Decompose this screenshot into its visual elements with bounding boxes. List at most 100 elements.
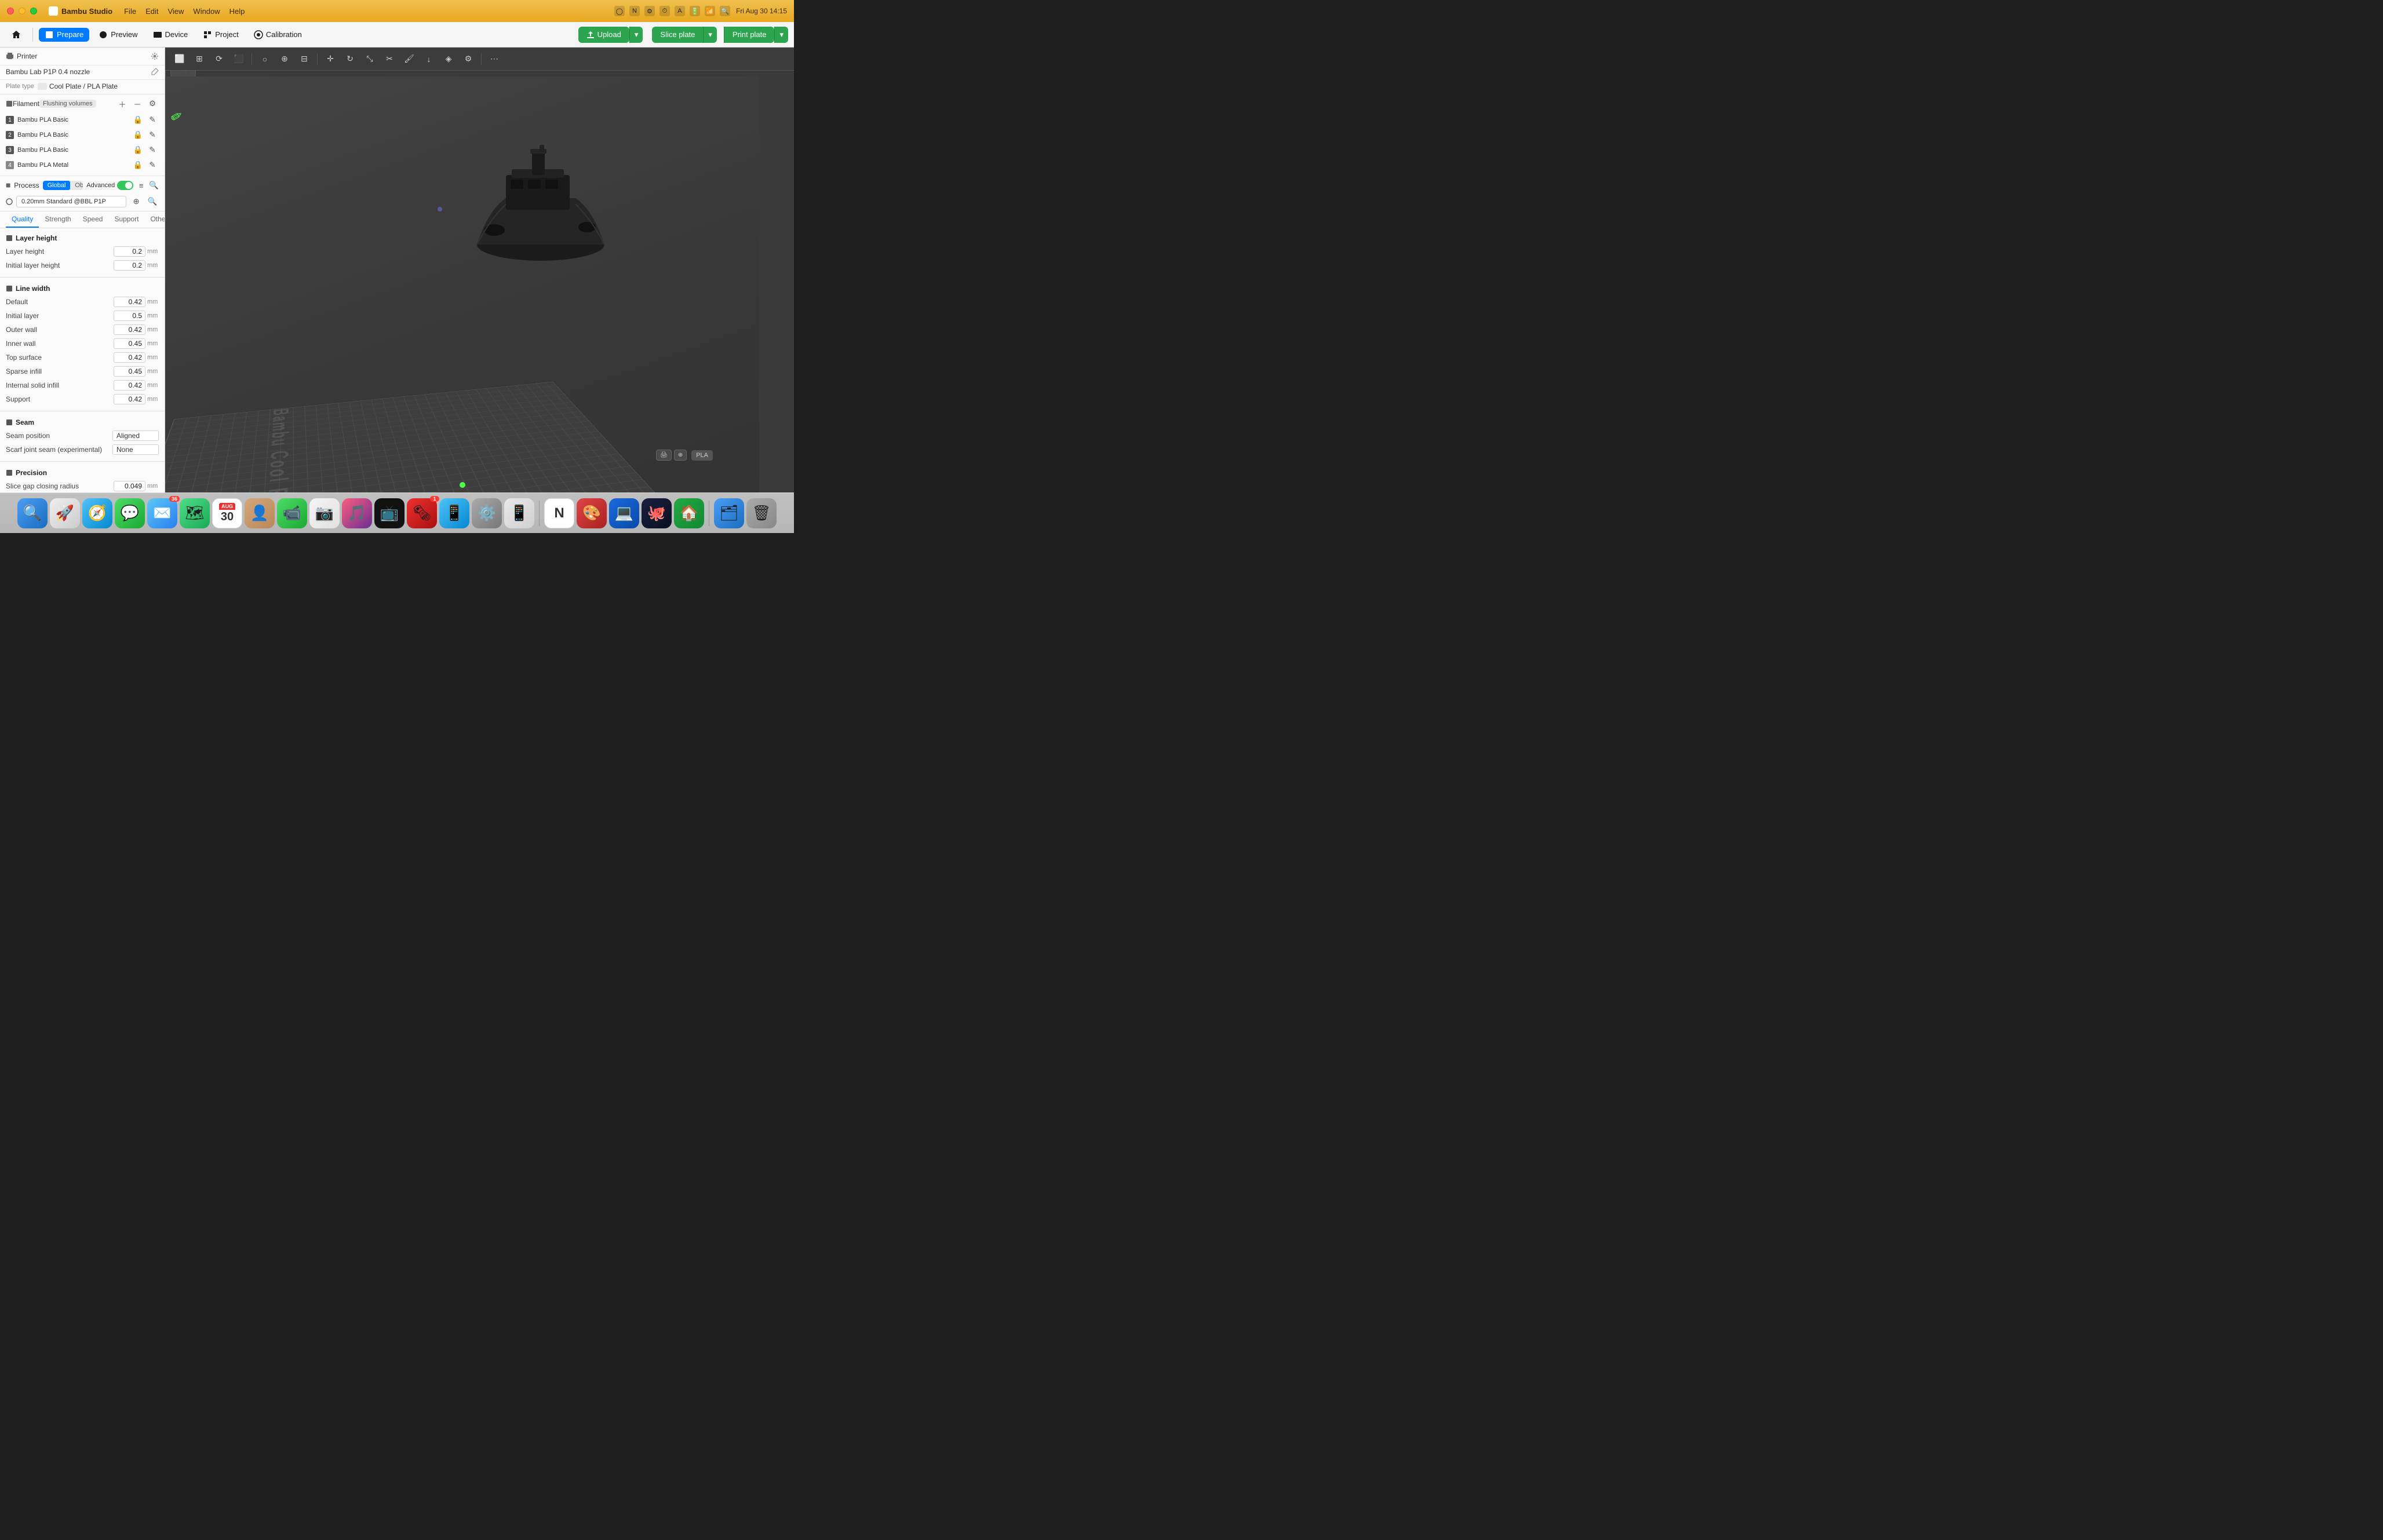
dock-contacts[interactable]: 👤: [245, 498, 275, 528]
filament-4-edit-icon[interactable]: ✎: [146, 159, 159, 171]
search-icon[interactable]: 🔍: [720, 6, 730, 16]
advanced-switch[interactable]: [117, 181, 133, 190]
vp-obj-settings-btn[interactable]: ⚙: [460, 51, 477, 67]
filament-3-lock-icon[interactable]: 🔒: [132, 144, 144, 156]
vp-support-btn[interactable]: ↓: [420, 51, 438, 67]
home-button[interactable]: [6, 28, 27, 42]
filament-spool-icon-btn[interactable]: ⊕: [674, 450, 687, 461]
vp-paint-btn[interactable]: 🖌: [400, 51, 418, 67]
dock-notion[interactable]: N: [544, 498, 574, 528]
top-surface-input[interactable]: [114, 352, 145, 363]
vp-rotate-btn[interactable]: ↻: [341, 51, 359, 67]
tab-others[interactable]: Others: [144, 211, 165, 228]
dock-gitkraken[interactable]: 🐙: [642, 498, 672, 528]
seam-header[interactable]: Seam: [6, 416, 159, 429]
vp-seam-btn[interactable]: ◈: [440, 51, 457, 67]
scarf-joint-dropdown[interactable]: None: [112, 444, 159, 455]
add-filament-button[interactable]: ＋: [116, 97, 129, 110]
dock-safari[interactable]: 🧭: [82, 498, 112, 528]
dock-tv[interactable]: 📺: [374, 498, 405, 528]
dock-calendar[interactable]: AUG 30: [212, 498, 242, 528]
tab-speed[interactable]: Speed: [77, 211, 109, 228]
upload-dropdown-button[interactable]: ▾: [629, 27, 643, 43]
vp-move-btn[interactable]: ✛: [322, 51, 339, 67]
dock-systemprefs[interactable]: ⚙️: [472, 498, 502, 528]
sparse-infill-input[interactable]: [114, 366, 145, 377]
filament-3-edit-icon[interactable]: ✎: [146, 144, 159, 156]
3d-viewport[interactable]: ⬜ ⊞ ⟳ ⬛ ○ ⊕ ⊟ ✛ ↻ ⤡ ✂ 🖌 ↓ ◈ ⚙ ⋯ ✏: [165, 48, 794, 492]
dock-bambu[interactable]: 🏠: [674, 498, 704, 528]
filament-2-lock-icon[interactable]: 🔒: [132, 129, 144, 141]
filament-4-lock-icon[interactable]: 🔒: [132, 159, 144, 171]
dock-acorn[interactable]: 🎨: [577, 498, 607, 528]
dock-mail[interactable]: ✉️ 36: [147, 498, 177, 528]
dock-music[interactable]: 🎵: [342, 498, 372, 528]
seam-position-dropdown[interactable]: Aligned: [112, 430, 159, 441]
dock-news[interactable]: 🗞 1: [407, 498, 437, 528]
menu-window[interactable]: Window: [193, 7, 220, 16]
menu-file[interactable]: File: [124, 7, 136, 16]
device-tab[interactable]: Device: [147, 28, 194, 42]
prepare-tab[interactable]: Prepare: [39, 28, 89, 42]
objects-option[interactable]: Objects: [70, 181, 83, 190]
menu-view[interactable]: View: [167, 7, 184, 16]
plate-type-value[interactable]: Cool Plate / PLA Plate: [38, 82, 118, 90]
vp-more-btn[interactable]: ⋯: [486, 51, 503, 67]
preview-tab[interactable]: Preview: [93, 28, 143, 42]
filament-minus-button[interactable]: －: [131, 97, 144, 110]
dock-facetime[interactable]: 📹: [277, 498, 307, 528]
preset-compare-button[interactable]: ⊕: [130, 195, 143, 208]
dock-vscode[interactable]: 💻: [609, 498, 639, 528]
vp-slice-view-btn[interactable]: ⬛: [230, 51, 247, 67]
close-button[interactable]: [7, 8, 14, 14]
vp-box-select-btn[interactable]: ⬜: [171, 51, 188, 67]
layer-height-header[interactable]: Layer height: [6, 232, 159, 244]
minimize-button[interactable]: [19, 8, 25, 14]
slice-plate-button[interactable]: Slice plate: [652, 27, 703, 43]
printer-icon-btn[interactable]: 🖨: [656, 450, 672, 461]
default-input[interactable]: [114, 297, 145, 307]
tab-support[interactable]: Support: [108, 211, 144, 228]
dock-trash[interactable]: 🗑: [746, 498, 777, 528]
inner-wall-input[interactable]: [114, 338, 145, 349]
maximize-button[interactable]: [30, 8, 37, 14]
printer-settings-icon[interactable]: [151, 52, 159, 60]
initial-layer-height-input[interactable]: [114, 260, 145, 271]
filament-settings-button[interactable]: ⚙: [146, 97, 159, 110]
vp-cut-btn[interactable]: ✂: [381, 51, 398, 67]
slice-dropdown-button[interactable]: ▾: [703, 27, 717, 43]
vp-scale-btn[interactable]: ⤡: [361, 51, 378, 67]
flushing-volumes-badge[interactable]: Flushing volumes: [39, 100, 96, 108]
internal-solid-input[interactable]: [114, 380, 145, 391]
dock-iphone[interactable]: 📱: [504, 498, 534, 528]
preset-search-button[interactable]: 🔍: [146, 195, 159, 208]
dock-appstore[interactable]: 📱: [439, 498, 469, 528]
dock-photos[interactable]: 📷: [309, 498, 340, 528]
dock-maps[interactable]: 🗺: [180, 498, 210, 528]
layer-height-input[interactable]: [114, 246, 145, 257]
dock-files[interactable]: 🗂: [714, 498, 744, 528]
menu-edit[interactable]: Edit: [145, 7, 158, 16]
vp-orient-btn[interactable]: ⟳: [210, 51, 228, 67]
process-search-icon[interactable]: 🔍: [149, 179, 159, 192]
nozzle-edit-icon[interactable]: [151, 68, 159, 76]
support-input[interactable]: [114, 394, 145, 404]
vp-grid-btn[interactable]: ⊞: [191, 51, 208, 67]
vp-arrange-btn[interactable]: ⊕: [276, 51, 293, 67]
slice-gap-input[interactable]: [114, 481, 145, 491]
vp-circle-btn[interactable]: ○: [256, 51, 274, 67]
print-dropdown-button[interactable]: ▾: [774, 27, 788, 43]
model-benchy[interactable]: [460, 140, 622, 269]
preset-field[interactable]: 0.20mm Standard @BBL P1P: [16, 196, 126, 207]
calibration-tab[interactable]: Calibration: [248, 28, 308, 42]
tab-strength[interactable]: Strength: [39, 211, 76, 228]
vp-align-btn[interactable]: ⊟: [296, 51, 313, 67]
filament-1-edit-icon[interactable]: ✎: [146, 114, 159, 126]
global-objects-toggle[interactable]: Global Objects: [43, 181, 83, 190]
process-compare-icon[interactable]: ≡: [137, 179, 145, 192]
precision-header[interactable]: Precision: [6, 466, 159, 479]
viewport-3d-scene[interactable]: ✏ Bambu Cool Plate: [165, 76, 759, 492]
outer-wall-input[interactable]: [114, 324, 145, 335]
print-plate-button[interactable]: Print plate: [724, 27, 775, 43]
global-option[interactable]: Global: [43, 181, 71, 190]
